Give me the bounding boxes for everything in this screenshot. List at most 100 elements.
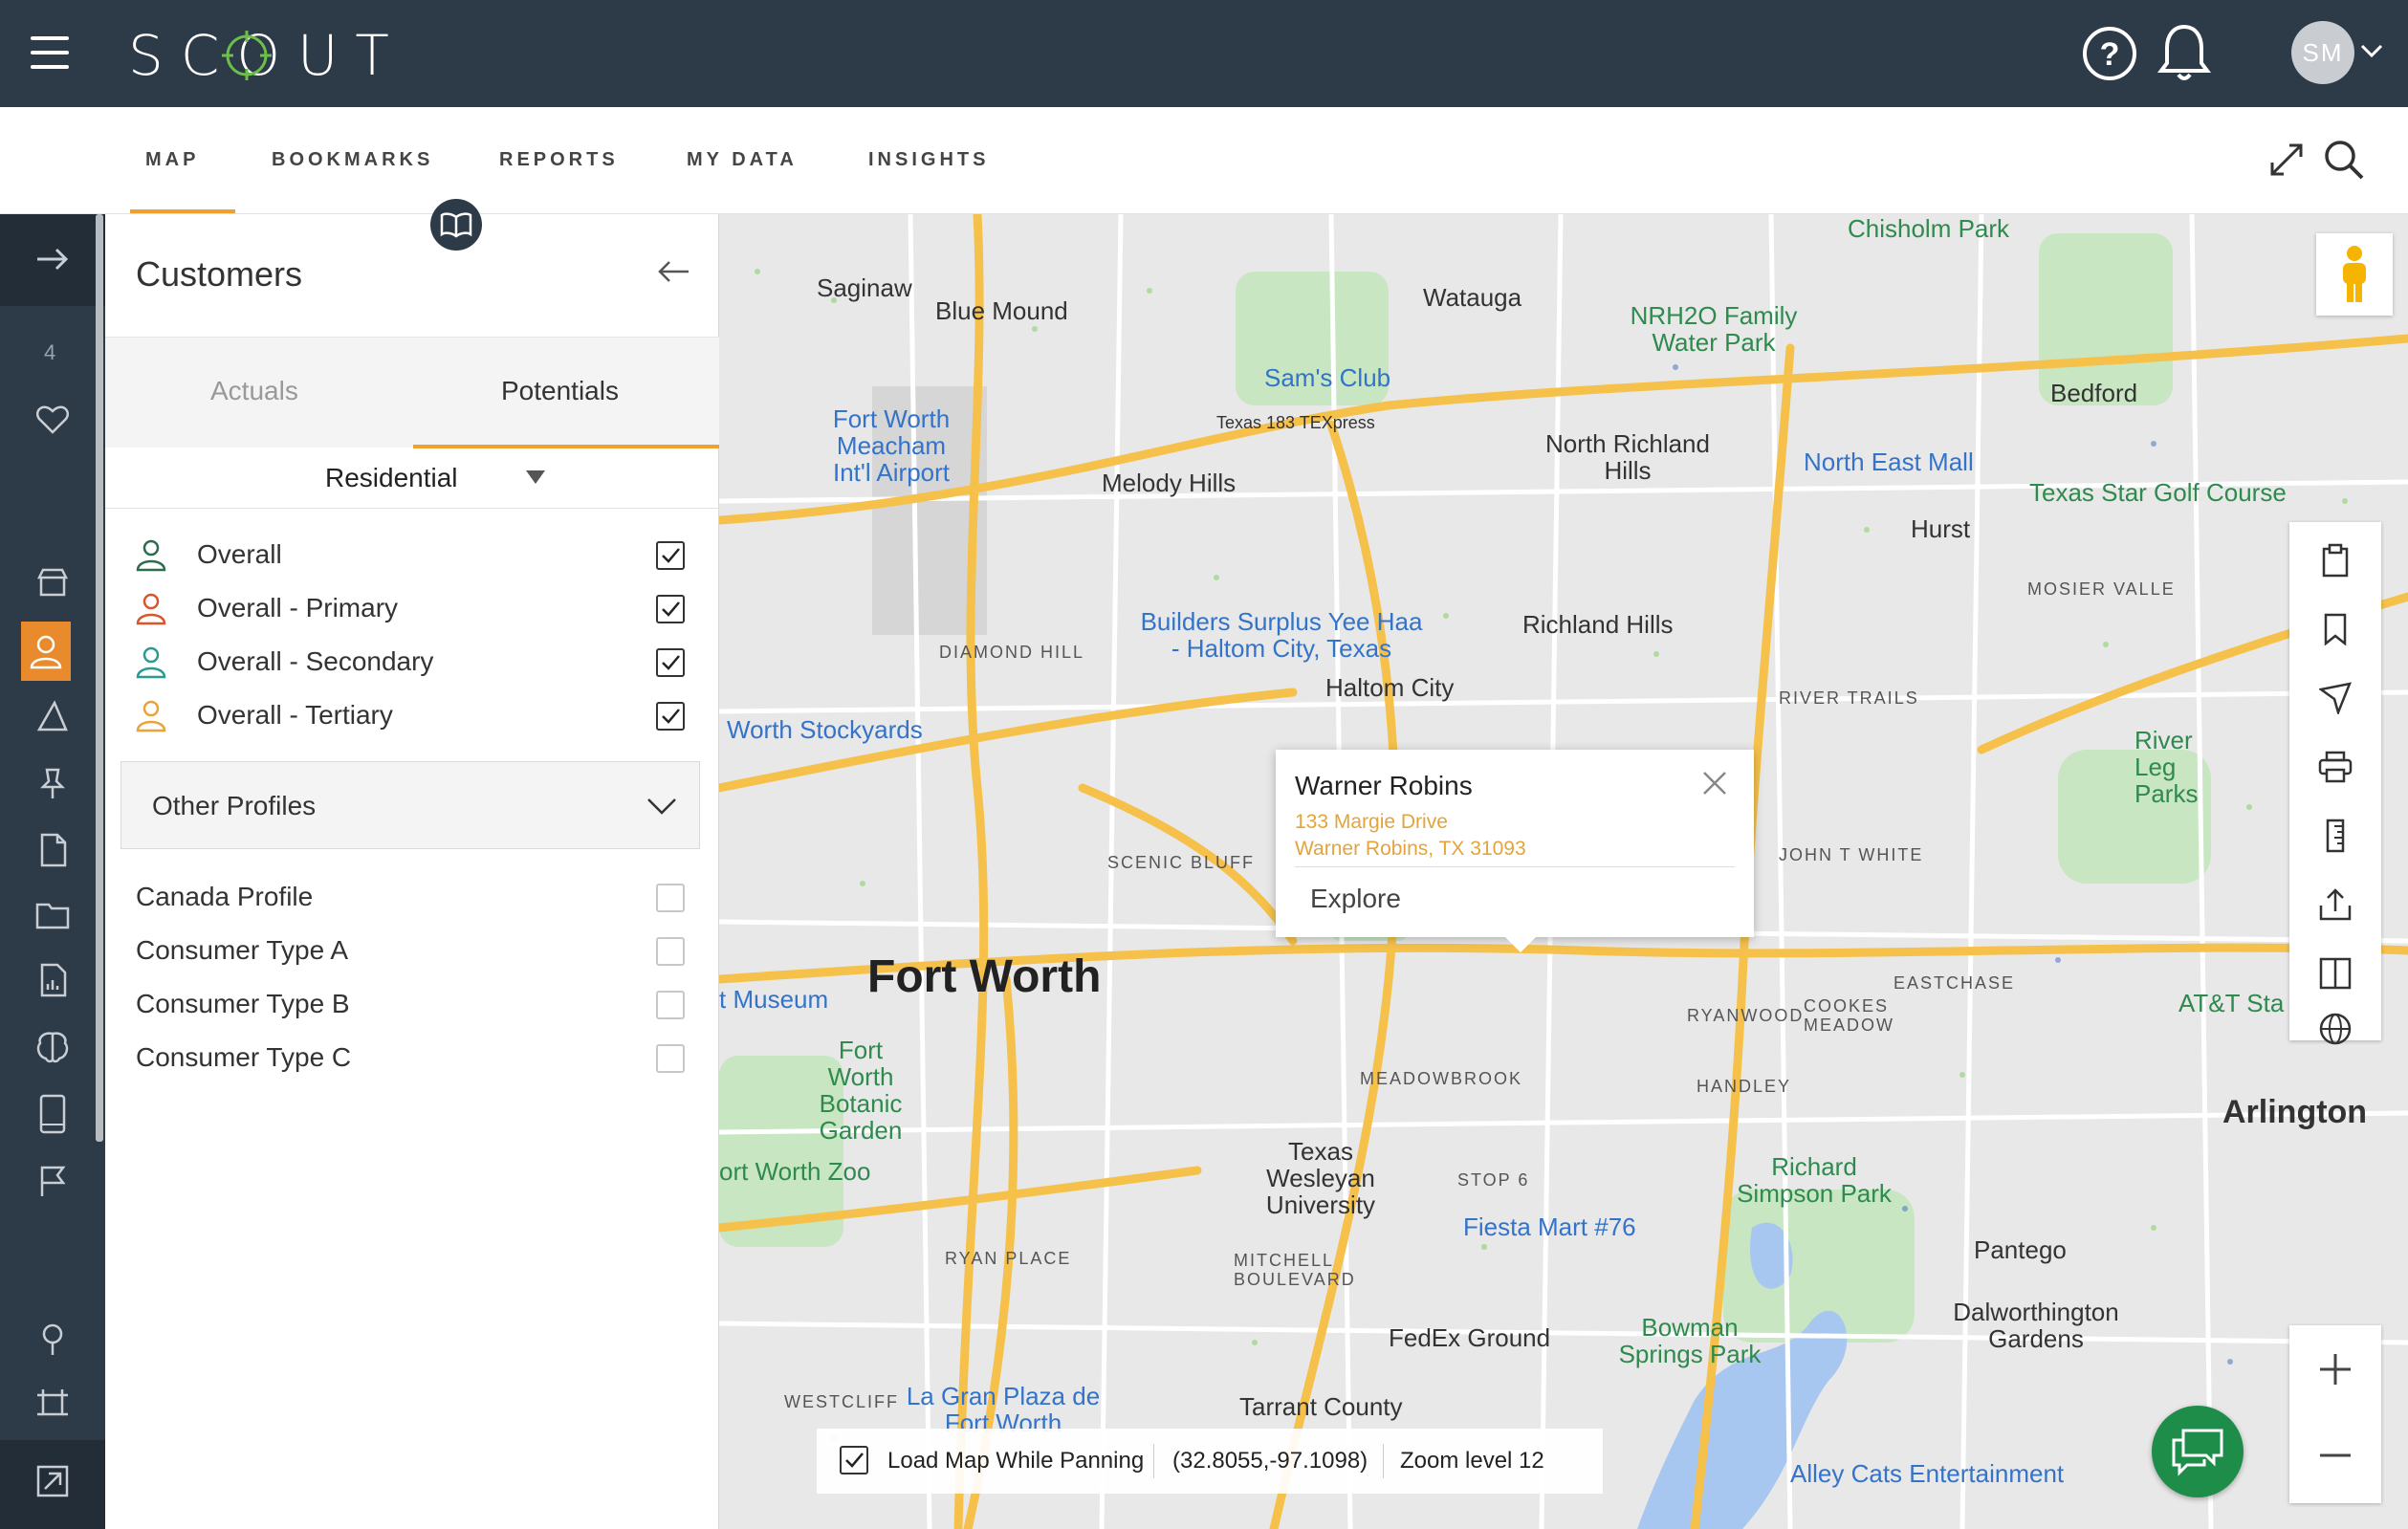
profile-row-primary[interactable]: Overall - Primary [105,583,719,637]
panel-title: Customers [136,254,303,294]
svg-text:?: ? [2100,36,2120,73]
popup-address-line2: Warner Robins, TX 31093 [1295,838,1526,860]
zoom-in-icon[interactable] [2316,1350,2354,1388]
user-avatar[interactable]: SM [2291,21,2354,84]
file-icon[interactable] [29,826,77,874]
search-icon[interactable] [2322,138,2366,182]
chevron-down-icon[interactable] [2358,40,2385,61]
ruler-icon[interactable] [2316,817,2354,855]
segment-dropdown[interactable]: Residential [105,448,719,509]
map-label-neighborhood: JOHN T WHITE [1779,845,1924,864]
folder-icon[interactable] [29,891,77,939]
map-label-city: Melody Hills [1102,469,1237,497]
map-label-park: Fort Worth Botanic Garden [819,1036,903,1145]
profile-label: Consumer Type A [136,935,349,965]
map-label-poi: North East Mall [1804,448,1974,476]
person-icon [136,539,166,572]
brain-icon[interactable] [29,1023,77,1071]
bookmark-icon[interactable] [2316,610,2354,648]
map-label-poi: Builders Surplus Yee Haa - Haltom City, … [1140,607,1423,663]
map-label-road: Texas 183 TEXpress [1216,413,1375,432]
tab-my-data[interactable]: MY DATA [687,149,798,171]
map-label-neighborhood: MOSIER VALLE [2027,579,2176,599]
other-profile-row[interactable]: Consumer Type A [105,926,719,979]
profile-row-overall[interactable]: Overall [105,530,719,583]
status-divider [1153,1444,1154,1478]
caret-down-icon [526,470,545,484]
profile-checkbox[interactable] [656,884,685,912]
map-canvas[interactable]: Fort Worth Saginaw Blue Mound Watauga Me… [719,214,2408,1529]
profile-row-tertiary[interactable]: Overall - Tertiary [105,690,719,744]
help-icon[interactable]: ? [2081,25,2138,82]
profile-checkbox[interactable] [656,1044,685,1073]
scout-logo: SCOUT [128,19,492,90]
map-label-poi: Worth Stockyards [727,715,923,744]
map-label-park: River Leg Parks [2134,726,2199,808]
notifications-bell-icon[interactable] [2156,21,2213,84]
other-profile-row[interactable]: Canada Profile [105,872,719,926]
heart-icon[interactable] [29,396,77,444]
cursor-icon[interactable] [2316,679,2354,717]
map-label-neighborhood: EASTCHASE [1894,973,2016,993]
main-tabs: MAP BOOKMARKS REPORTS MY DATA INSIGHTS [0,107,2408,214]
subtab-actuals[interactable]: Actuals [210,376,298,406]
map-label-park: NRH2O Family Water Park [1630,301,1798,357]
close-icon[interactable] [1700,769,1729,797]
arrow-left-icon[interactable] [656,254,690,289]
map-label-neighborhood: WESTCLIFF [784,1392,899,1411]
tab-insights[interactable]: INSIGHTS [868,149,989,171]
left-rail: 4 [0,214,105,1529]
map-toolbar [2289,522,2381,1045]
profile-label: Consumer Type B [136,989,350,1018]
book-icon[interactable] [430,199,482,251]
hamburger-menu-icon[interactable] [31,36,69,71]
zoom-out-icon[interactable] [2316,1436,2354,1474]
location-icon[interactable] [29,1316,77,1364]
report-icon[interactable] [29,956,77,1004]
profile-checkbox[interactable] [656,702,685,731]
other-profile-row[interactable]: Consumer Type C [105,1033,719,1086]
profile-checkbox[interactable] [656,648,685,677]
tab-map[interactable]: MAP [145,149,199,171]
expand-icon[interactable] [2266,140,2307,180]
pushpin-icon[interactable] [29,759,77,807]
profile-checkbox[interactable] [656,937,685,966]
other-profile-row[interactable]: Consumer Type B [105,979,719,1033]
profile-checkbox[interactable] [656,541,685,570]
load-while-panning-label: Load Map While Panning [887,1448,1145,1474]
map-label-city: Bedford [2050,379,2138,407]
clipboard-icon[interactable] [2316,541,2354,579]
map-label-neighborhood: MEADOWBROOK [1360,1069,1523,1088]
profile-checkbox[interactable] [656,991,685,1019]
tab-bookmarks[interactable]: BOOKMARKS [272,149,433,171]
export-icon[interactable] [29,1457,77,1505]
map-label-park: Richard Simpson Park [1737,1152,1892,1208]
other-profiles-accordion[interactable]: Other Profiles [120,761,700,849]
globe-icon[interactable] [2316,1010,2354,1048]
explore-link[interactable]: Explore [1310,884,1401,914]
load-while-panning-checkbox[interactable] [840,1446,868,1474]
split-view-icon[interactable] [2316,954,2354,993]
profile-checkbox[interactable] [656,595,685,623]
map-label-city: Saginaw [817,273,912,302]
subtab-potentials[interactable]: Potentials [501,376,619,406]
tab-reports[interactable]: REPORTS [499,149,619,171]
rail-scrollbar[interactable] [96,214,103,1142]
tablet-icon[interactable] [29,1090,77,1138]
status-divider [1383,1444,1384,1478]
flag-icon[interactable] [29,1157,77,1205]
person-icon [136,700,166,732]
chat-icon[interactable] [2152,1406,2244,1497]
map-label-city: Watauga [1423,283,1522,312]
person-icon[interactable] [22,627,70,675]
active-tab-indicator [130,209,235,213]
street-view-pegman-icon[interactable] [2316,233,2393,316]
print-icon[interactable] [2316,748,2354,786]
profile-row-secondary[interactable]: Overall - Secondary [105,637,719,690]
store-icon[interactable] [29,558,77,606]
share-icon[interactable] [2316,885,2354,924]
shape-icon[interactable] [29,692,77,740]
map-label-park: Bowman Springs Park [1618,1313,1762,1368]
arrow-right-icon[interactable] [29,235,77,283]
frame-icon[interactable] [29,1381,77,1429]
